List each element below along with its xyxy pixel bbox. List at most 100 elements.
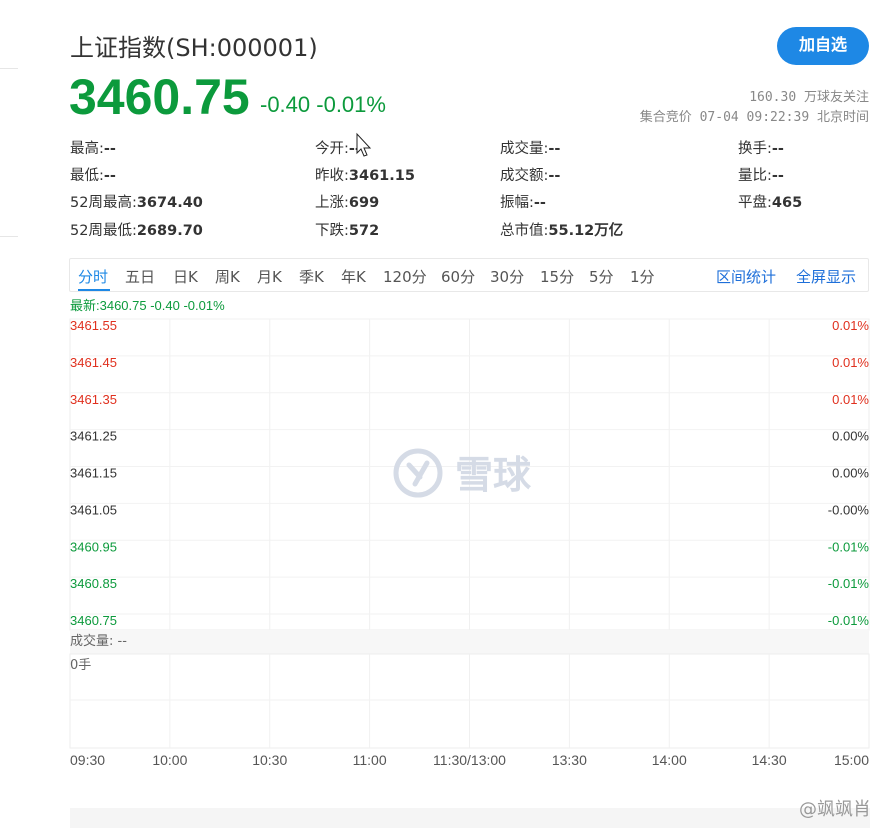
volume-label: 成交量: -- — [70, 633, 127, 649]
left-divider — [0, 68, 18, 69]
percent-tick-label: -0.00% — [828, 502, 870, 517]
price-tick-label: 3461.05 — [70, 502, 117, 517]
x-tick-label: 13:30 — [552, 752, 587, 768]
stat-label: 振幅: — [500, 195, 534, 211]
range-stats-link[interactable]: 区间统计 — [716, 266, 776, 287]
stat-label: 平盘: — [738, 195, 772, 211]
stat-item: 换手:-- — [738, 137, 784, 158]
stat-label: 换手: — [738, 141, 772, 157]
x-tick-label: 10:00 — [152, 752, 187, 768]
stat-value: 2689.70 — [136, 223, 203, 239]
stat-label: 下跌: — [315, 223, 349, 239]
stat-item: 昨收:3461.15 — [315, 164, 415, 185]
stat-value: -- — [103, 168, 116, 184]
price-tick-label: 3460.75 — [70, 613, 117, 628]
stat-value: 3461.15 — [348, 168, 415, 184]
price-tick-label: 3461.55 — [70, 318, 117, 333]
stat-label: 成交额: — [500, 168, 549, 184]
price-tick-label: 3461.45 — [70, 355, 117, 370]
stat-value: 699 — [348, 195, 380, 211]
tab-2[interactable]: 日K — [173, 266, 198, 287]
tab-1[interactable]: 五日 — [125, 266, 155, 287]
percent-tick-label: 0.01% — [832, 392, 869, 407]
latest-quote: 最新:3460.75 -0.40 -0.01% — [70, 298, 225, 313]
stat-value: -- — [548, 168, 561, 184]
volume-plot-frame — [69, 653, 870, 749]
price-tick-label: 3461.15 — [70, 466, 117, 481]
tab-9[interactable]: 30分 — [490, 266, 524, 287]
fullscreen-link[interactable]: 全屏显示 — [796, 266, 856, 287]
active-tab-indicator — [78, 289, 110, 291]
stat-value: 3674.40 — [136, 195, 203, 211]
stat-item: 最低:-- — [70, 164, 116, 185]
stat-value: 55.12万亿 — [548, 223, 624, 239]
stat-item: 今开:-- — [315, 137, 361, 158]
left-divider — [0, 236, 18, 237]
price-tick-label: 3461.35 — [70, 392, 117, 407]
stat-label: 上涨: — [315, 195, 349, 211]
xueqiu-watermark-text: 雪球 — [455, 453, 532, 497]
x-tick-label: 11:30/13:00 — [433, 752, 506, 768]
volume-header-band — [70, 630, 869, 654]
tab-7[interactable]: 120分 — [383, 266, 427, 287]
weibo-watermark: @飒飒肖 — [799, 799, 871, 820]
percent-tick-label: 0.00% — [832, 466, 869, 481]
stat-item: 52周最低:2689.70 — [70, 219, 203, 240]
stat-value: 465 — [771, 195, 803, 211]
tab-11[interactable]: 5分 — [589, 266, 614, 287]
stat-item: 成交额:-- — [500, 164, 560, 185]
chart-tabs: 分时 五日 日K 周K 月K 季K 年K 120分 60分 30分 15分 5分 1分 区间统计 全屏显示 — [69, 258, 869, 292]
auction-timestamp: 集合竞价 07-04 09:22:39 北京时间 — [639, 110, 869, 125]
stat-item: 平盘:465 — [738, 191, 802, 212]
x-tick-label: 11:00 — [353, 752, 387, 768]
stat-item: 上涨:699 — [315, 191, 379, 212]
price-tick-label: 3461.25 — [70, 429, 117, 444]
stat-label: 52周最高: — [70, 195, 137, 211]
xueqiu-logo-mark — [406, 460, 430, 487]
stat-label: 今开: — [315, 141, 349, 157]
stat-label: 52周最低: — [70, 223, 137, 239]
tab-4[interactable]: 月K — [257, 266, 282, 287]
stat-value: -- — [348, 141, 361, 157]
x-tick-label: 14:30 — [752, 752, 787, 768]
stat-label: 昨收: — [315, 168, 349, 184]
percent-tick-label: 0.01% — [832, 318, 869, 333]
stat-item: 成交量:-- — [500, 137, 560, 158]
stat-item: 最高:-- — [70, 137, 116, 158]
x-tick-label: 15:00 — [834, 752, 869, 768]
stat-value: -- — [771, 141, 784, 157]
stat-label: 最低: — [70, 168, 104, 184]
page-title: 上证指数(SH:000001) — [70, 34, 318, 62]
stat-label: 总市值: — [500, 223, 549, 239]
tab-8[interactable]: 60分 — [441, 266, 475, 287]
stat-item: 总市值:55.12万亿 — [500, 219, 623, 240]
tab-0[interactable]: 分时 — [78, 266, 108, 287]
volume-value: 0手 — [70, 658, 91, 673]
percent-tick-label: 0.00% — [832, 429, 869, 444]
price-change: -0.40 -0.01% — [260, 92, 386, 117]
current-price: 3460.75 — [69, 69, 250, 125]
price-plot-frame — [69, 318, 870, 631]
stat-item: 量比:-- — [738, 164, 784, 185]
stat-value: -- — [771, 168, 784, 184]
add-watchlist-button[interactable]: 加自选 — [777, 27, 869, 65]
stat-item: 振幅:-- — [500, 191, 546, 212]
stat-value: 572 — [348, 223, 380, 239]
stat-label: 成交量: — [500, 141, 549, 157]
x-tick-label: 09:30 — [70, 752, 105, 768]
tab-3[interactable]: 周K — [215, 266, 240, 287]
price-tick-label: 3460.85 — [70, 576, 117, 591]
percent-tick-label: -0.01% — [828, 613, 870, 628]
tab-10[interactable]: 15分 — [540, 266, 574, 287]
bottom-panel — [70, 808, 870, 828]
tab-6[interactable]: 年K — [341, 266, 366, 287]
stat-value: -- — [103, 141, 116, 157]
percent-tick-label: -0.01% — [828, 539, 870, 554]
stat-item: 52周最高:3674.40 — [70, 191, 203, 212]
tab-12[interactable]: 1分 — [630, 266, 655, 287]
stat-item: 下跌:572 — [315, 219, 379, 240]
price-tick-label: 3460.95 — [70, 539, 117, 554]
tab-5[interactable]: 季K — [299, 266, 324, 287]
stat-value: -- — [548, 141, 561, 157]
percent-tick-label: -0.01% — [828, 576, 870, 591]
